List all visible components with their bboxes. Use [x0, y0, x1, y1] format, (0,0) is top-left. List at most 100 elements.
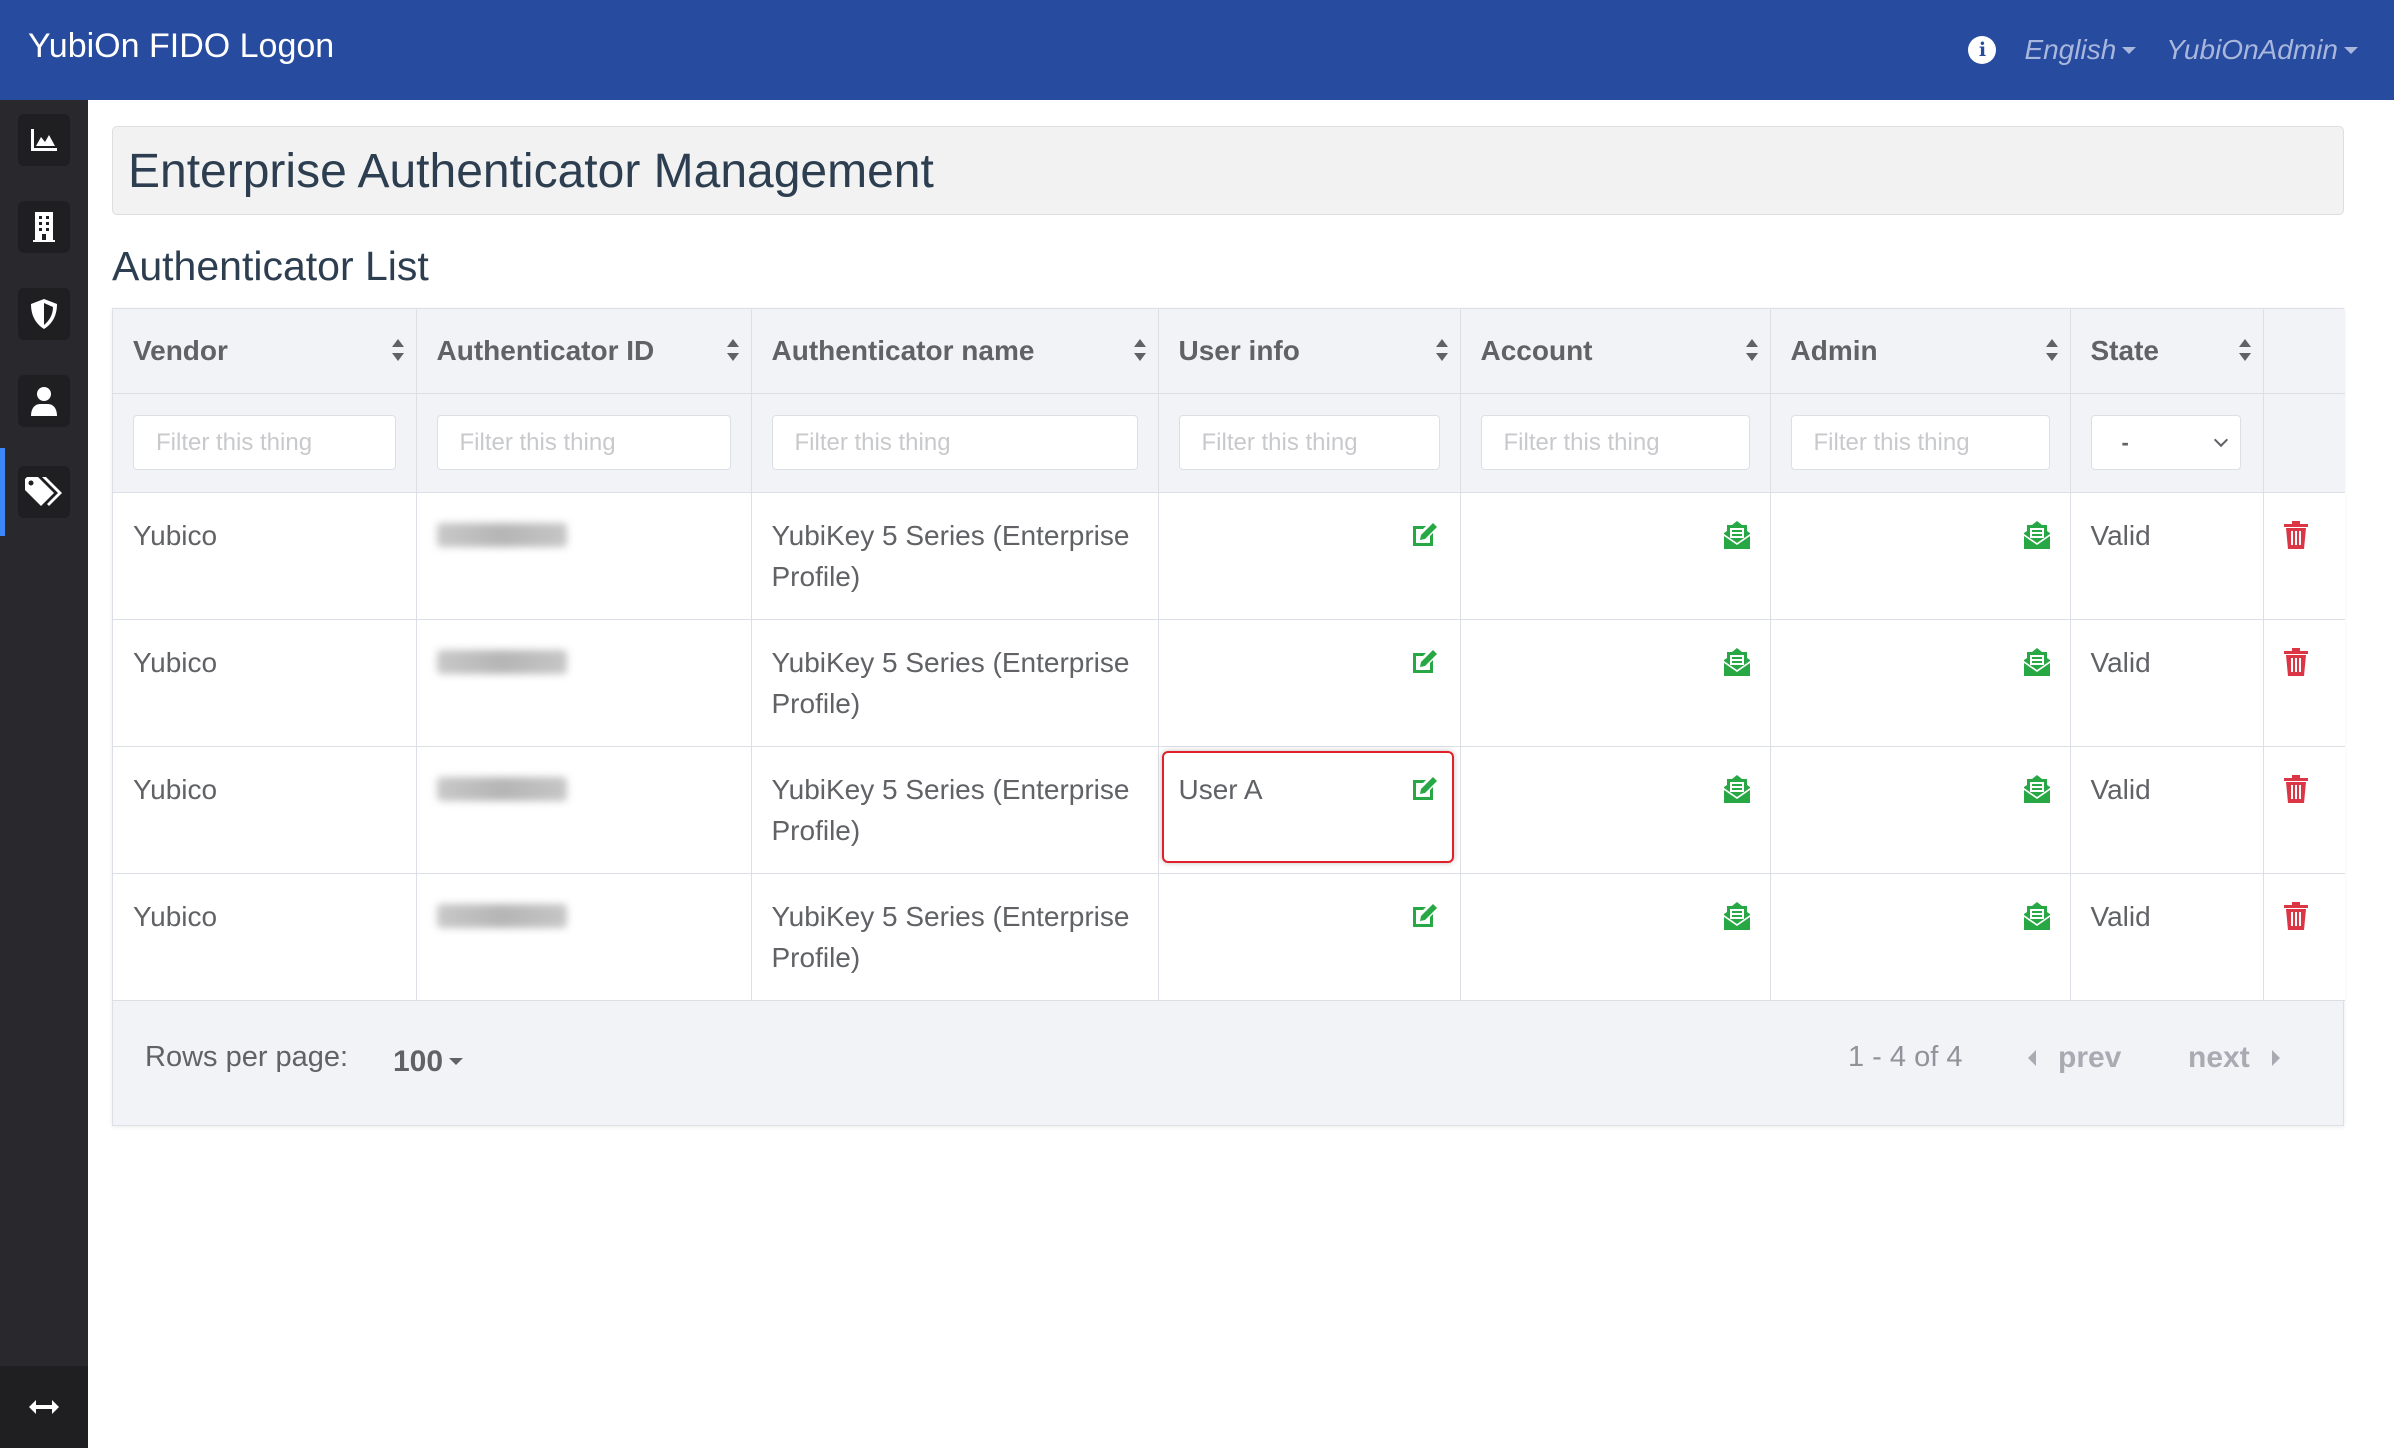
authenticator-name-cell: YubiKey 5 Series (Enterprise Profile) [751, 873, 1159, 1001]
filter-admin[interactable] [1790, 415, 2050, 470]
filter-account[interactable] [1480, 415, 1750, 470]
sort-icon [391, 339, 404, 361]
filter-authenticator-id[interactable] [436, 415, 731, 470]
caret-left-icon [2028, 1049, 2036, 1066]
rows-per-page-select[interactable]: 100 [393, 1045, 464, 1079]
column-header-authenticator-id[interactable]: Authenticator ID [416, 309, 752, 394]
sort-icon [2238, 339, 2251, 361]
user-info-cell: User A [1158, 746, 1461, 874]
account-mail-button[interactable] [1723, 900, 1750, 941]
filter-vendor[interactable] [133, 415, 396, 470]
edit-user-button[interactable] [1410, 646, 1440, 687]
edit-icon [1412, 649, 1437, 673]
trash-icon [2283, 520, 2308, 549]
vendor-text: Yubico [133, 773, 218, 805]
delete-button[interactable] [2283, 900, 2308, 941]
column-header-state[interactable]: State [2070, 309, 2264, 394]
sort-icon [1435, 339, 1448, 361]
admin-cell [1770, 746, 2071, 874]
admin-mail-button[interactable] [2023, 900, 2050, 941]
arrows-horizontal-icon [29, 1400, 59, 1414]
envelope-open-text-icon [1723, 774, 1750, 803]
sidebar-toggle[interactable] [0, 1366, 88, 1448]
user-info-cell [1158, 619, 1461, 747]
page-header: Enterprise Authenticator Management [112, 126, 2344, 215]
delete-button[interactable] [2283, 519, 2308, 560]
language-dropdown[interactable]: English [2024, 34, 2137, 66]
authenticator-name-text: YubiKey 5 Series (Enterprise Profile) [771, 773, 1130, 846]
user-info-text: User A [1178, 773, 1263, 805]
top-navbar: YubiOn FIDO Logon i English YubiOnAdmin [0, 0, 2394, 100]
trash-icon [2283, 647, 2308, 676]
account-cell [1460, 873, 1771, 1001]
edit-user-button[interactable] [1410, 519, 1440, 560]
admin-mail-button[interactable] [2023, 646, 2050, 687]
user-dropdown[interactable]: YubiOnAdmin [2166, 34, 2358, 66]
column-header-admin[interactable]: Admin [1770, 309, 2071, 394]
filter-authenticator-name[interactable] [771, 415, 1138, 470]
user-icon [31, 387, 57, 416]
active-indicator [0, 448, 5, 536]
admin-mail-button[interactable] [2023, 519, 2050, 560]
vendor-cell: Yubico [113, 492, 417, 620]
state-cell: Valid [2070, 746, 2264, 874]
next-page-button[interactable]: next [2188, 1041, 2280, 1075]
admin-cell [1770, 492, 2071, 620]
prev-page-button[interactable]: prev [2028, 1041, 2121, 1075]
filter-user-info[interactable] [1178, 415, 1440, 470]
table-footer: Rows per page: 100 1 - 4 of 4 prev next [113, 1000, 2343, 1125]
caret-down-icon [2344, 46, 2358, 54]
envelope-open-text-icon [2023, 774, 2050, 803]
caret-right-icon [2271, 1049, 2280, 1066]
admin-cell [1770, 619, 2071, 747]
state-cell: Valid [2070, 619, 2264, 747]
sidebar-item-users[interactable] [18, 375, 70, 427]
sidebar-item-authenticators[interactable] [18, 466, 70, 518]
edit-user-button[interactable] [1410, 900, 1440, 941]
authenticator-name-text: YubiKey 5 Series (Enterprise Profile) [771, 646, 1130, 719]
envelope-open-text-icon [2023, 901, 2050, 930]
account-mail-button[interactable] [1723, 519, 1750, 560]
envelope-open-text-icon [1723, 901, 1750, 930]
info-icon[interactable]: i [1968, 36, 1997, 64]
table-row: Yubico YubiKey 5 Series (Enterprise Prof… [113, 619, 2345, 747]
authenticator-name-cell: YubiKey 5 Series (Enterprise Profile) [751, 619, 1159, 747]
sidebar-item-dashboard[interactable] [18, 114, 70, 166]
sidebar-item-organization[interactable] [18, 201, 70, 253]
column-header-vendor[interactable]: Vendor [113, 309, 417, 394]
authenticator-id-cell [416, 619, 752, 747]
user-info-cell [1158, 873, 1461, 1001]
delete-button[interactable] [2283, 773, 2308, 814]
authenticator-name-text: YubiKey 5 Series (Enterprise Profile) [771, 900, 1130, 973]
account-mail-button[interactable] [1723, 646, 1750, 687]
trash-icon [2283, 901, 2308, 930]
account-mail-button[interactable] [1723, 773, 1750, 814]
sidebar-item-security[interactable] [18, 288, 70, 340]
column-header-account[interactable]: Account [1460, 309, 1771, 394]
sort-icon [1133, 339, 1146, 361]
chart-area-icon [31, 129, 57, 151]
edit-user-button[interactable] [1410, 773, 1440, 814]
envelope-open-text-icon [1723, 520, 1750, 549]
vendor-text: Yubico [133, 900, 218, 932]
page-range: 1 - 4 of 4 [1848, 1040, 1963, 1073]
column-header-user-info[interactable]: User info [1158, 309, 1461, 394]
tags-icon [25, 477, 62, 506]
admin-mail-button[interactable] [2023, 773, 2050, 814]
sidebar [0, 100, 88, 1448]
account-cell [1460, 746, 1771, 874]
account-cell [1460, 619, 1771, 747]
user-label: YubiOnAdmin [2166, 34, 2338, 65]
authenticator-id-cell [416, 746, 752, 874]
state-text: Valid [2090, 519, 2151, 551]
caret-down-icon [449, 1058, 464, 1065]
state-text: Valid [2090, 773, 2151, 805]
delete-cell [2263, 619, 2345, 747]
delete-button[interactable] [2283, 646, 2308, 687]
vendor-text: Yubico [133, 646, 218, 678]
app-title[interactable]: YubiOn FIDO Logon [28, 27, 334, 66]
redacted-id [436, 776, 567, 801]
column-header-authenticator-name[interactable]: Authenticator name [751, 309, 1159, 394]
filter-state-select[interactable]: - [2090, 415, 2241, 470]
account-cell [1460, 492, 1771, 620]
